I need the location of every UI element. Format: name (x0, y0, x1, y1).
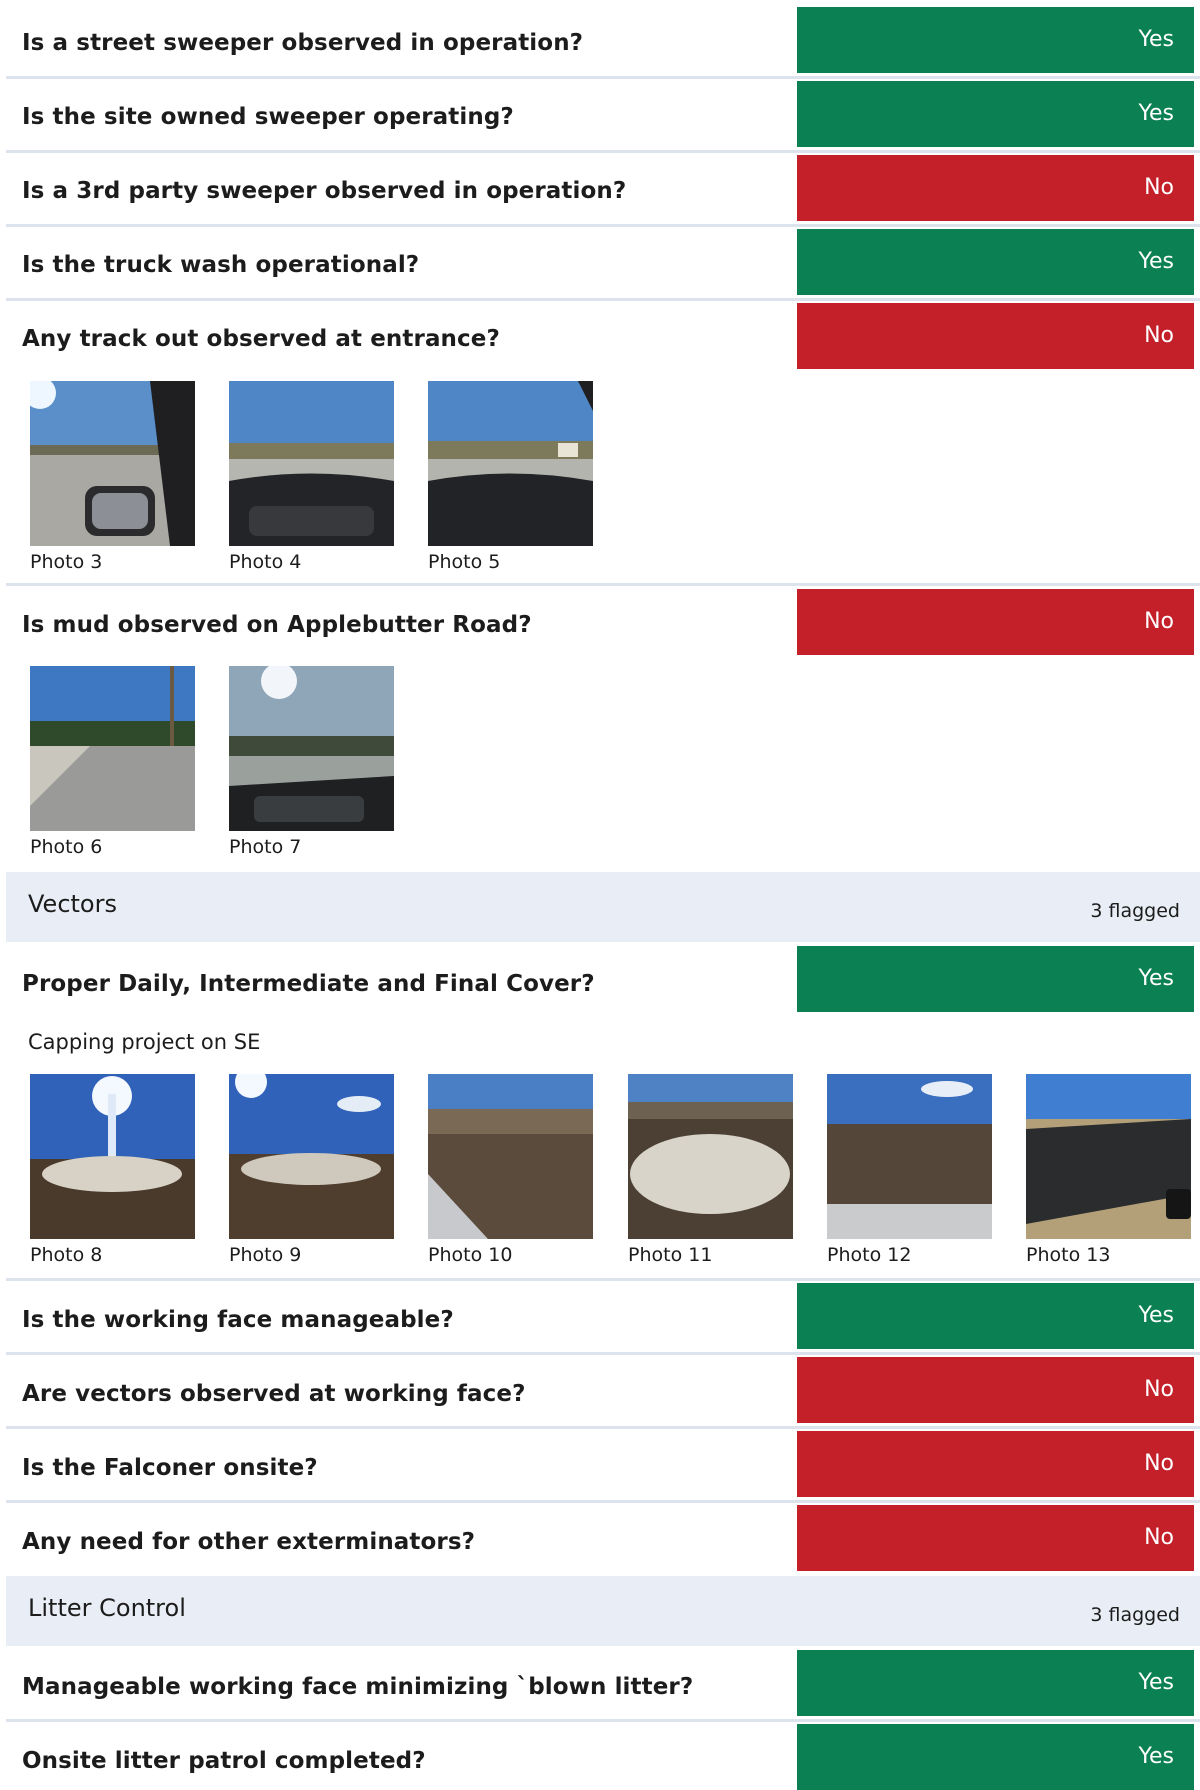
photo-caption: Photo 11 (628, 1244, 713, 1266)
answer-badge[interactable]: No (797, 589, 1194, 655)
answer-badge[interactable]: Yes (797, 229, 1194, 295)
answer-badge[interactable]: No (797, 303, 1194, 369)
section-title: Vectors (28, 890, 117, 918)
section-header-vectors: Vectors 3 flagged (6, 872, 1200, 942)
divider (6, 224, 1200, 227)
divider (6, 1352, 1200, 1355)
question-label: Is a 3rd party sweeper observed in opera… (22, 178, 627, 204)
flagged-count: 3 flagged (1090, 900, 1180, 922)
section-header-litter-control: Litter Control 3 flagged (6, 1576, 1200, 1646)
photo-item[interactable]: Photo 3 (30, 381, 195, 573)
photo-item[interactable]: Photo 6 (30, 666, 195, 858)
question-label: Onsite litter patrol completed? (22, 1748, 426, 1774)
photo-thumbnail[interactable] (30, 381, 195, 546)
question-label: Manageable working face minimizing `blow… (22, 1674, 694, 1700)
photo-thumbnail[interactable] (428, 381, 593, 546)
answer-badge[interactable]: Yes (797, 946, 1194, 1012)
photo-item[interactable]: Photo 10 (428, 1074, 593, 1266)
photo-thumbnail[interactable] (428, 1074, 593, 1239)
photo-caption: Photo 6 (30, 836, 103, 858)
divider (6, 76, 1200, 79)
answer-badge[interactable]: Yes (797, 81, 1194, 147)
question-note: Capping project on SE (28, 1030, 261, 1054)
photo-item[interactable]: Photo 13 (1026, 1074, 1191, 1266)
flagged-count: 3 flagged (1090, 1604, 1180, 1626)
divider (6, 1500, 1200, 1503)
photo-caption: Photo 7 (229, 836, 302, 858)
photo-caption: Photo 4 (229, 551, 302, 573)
divider (6, 1719, 1200, 1722)
question-label: Is the working face manageable? (22, 1307, 454, 1333)
answer-badge[interactable]: Yes (797, 7, 1194, 73)
photo-item[interactable]: Photo 12 (827, 1074, 992, 1266)
photo-item[interactable]: Photo 11 (628, 1074, 793, 1266)
photo-item[interactable]: Photo 7 (229, 666, 394, 858)
question-label: Proper Daily, Intermediate and Final Cov… (22, 971, 595, 997)
photo-thumbnail[interactable] (229, 1074, 394, 1239)
photo-thumbnail[interactable] (229, 381, 394, 546)
answer-badge[interactable]: Yes (797, 1650, 1194, 1716)
answer-badge[interactable]: No (797, 155, 1194, 221)
question-label: Is the truck wash operational? (22, 252, 420, 278)
photo-thumbnail[interactable] (1026, 1074, 1191, 1239)
photo-caption: Photo 9 (229, 1244, 302, 1266)
photo-thumbnail[interactable] (628, 1074, 793, 1239)
divider (6, 1426, 1200, 1429)
divider (6, 150, 1200, 153)
photo-thumbnail[interactable] (229, 666, 394, 831)
photo-item[interactable]: Photo 8 (30, 1074, 195, 1266)
question-label: Is the Falconer onsite? (22, 1455, 318, 1481)
photo-caption: Photo 3 (30, 551, 103, 573)
question-label: Is mud observed on Applebutter Road? (22, 612, 532, 638)
photo-caption: Photo 10 (428, 1244, 513, 1266)
answer-badge[interactable]: Yes (797, 1724, 1194, 1790)
photo-caption: Photo 12 (827, 1244, 912, 1266)
photo-caption: Photo 8 (30, 1244, 103, 1266)
divider (6, 1278, 1200, 1281)
photo-caption: Photo 13 (1026, 1244, 1111, 1266)
photo-thumbnail[interactable] (30, 1074, 195, 1239)
divider (6, 298, 1200, 301)
answer-badge[interactable]: No (797, 1357, 1194, 1423)
answer-badge[interactable]: No (797, 1431, 1194, 1497)
photo-caption: Photo 5 (428, 551, 501, 573)
photo-item[interactable]: Photo 4 (229, 381, 394, 573)
photo-item[interactable]: Photo 9 (229, 1074, 394, 1266)
answer-badge[interactable]: No (797, 1505, 1194, 1571)
photo-thumbnail[interactable] (30, 666, 195, 831)
photo-thumbnail[interactable] (827, 1074, 992, 1239)
question-label: Is a street sweeper observed in operatio… (22, 30, 584, 56)
answer-badge[interactable]: Yes (797, 1283, 1194, 1349)
question-label: Are vectors observed at working face? (22, 1381, 526, 1407)
question-label: Is the site owned sweeper operating? (22, 104, 514, 130)
question-label: Any track out observed at entrance? (22, 326, 500, 352)
photo-item[interactable]: Photo 5 (428, 381, 593, 573)
section-title: Litter Control (28, 1594, 186, 1622)
question-label: Any need for other exterminators? (22, 1529, 476, 1555)
divider (6, 583, 1200, 586)
